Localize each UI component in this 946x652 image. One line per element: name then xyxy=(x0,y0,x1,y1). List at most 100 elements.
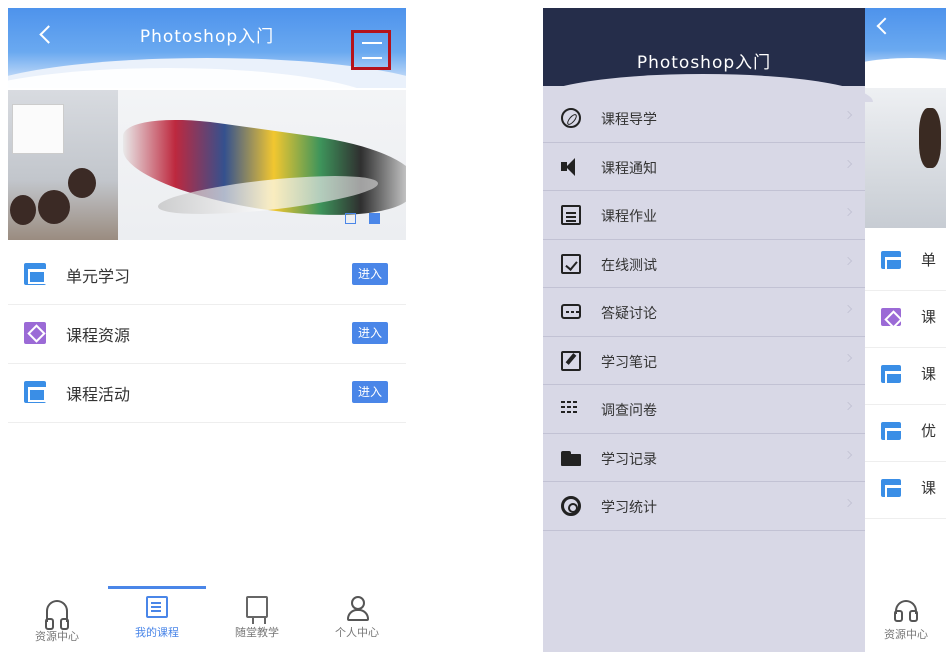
folder-icon xyxy=(561,448,581,468)
list-item[interactable]: 课 xyxy=(861,461,946,519)
chevron-right-icon xyxy=(843,207,853,217)
chevron-right-icon xyxy=(843,401,853,411)
list-item[interactable]: 课 xyxy=(861,290,946,348)
drawer-title: Photoshop入门 xyxy=(636,53,772,73)
list-item-label: 单元学习 xyxy=(66,267,131,286)
banner-dot-active[interactable] xyxy=(369,213,380,224)
left-screen: Photoshop入门 单元学习 进入 课程资源 进入 课程活动 进入 资源中心… xyxy=(8,8,406,652)
nav-classroom-teaching[interactable]: 随堂教学 xyxy=(208,596,306,640)
compass-icon xyxy=(561,108,581,128)
folder-icon xyxy=(881,251,903,272)
nav-label: 随堂教学 xyxy=(235,626,279,639)
enter-button[interactable]: 进入 xyxy=(352,322,388,344)
nav-resource-center[interactable]: 资源中心 xyxy=(8,596,106,644)
menu-item-study-stats[interactable]: 学习统计 xyxy=(543,482,865,531)
chevron-right-icon xyxy=(843,304,853,314)
chevron-right-icon xyxy=(843,353,853,362)
folder-icon xyxy=(881,365,903,386)
menu-item-course-notice[interactable]: 课程通知 xyxy=(543,143,865,191)
enter-button[interactable]: 进入 xyxy=(352,381,388,403)
resource-icon xyxy=(24,322,46,344)
nav-label: 我的课程 xyxy=(135,626,179,639)
folder-icon xyxy=(24,263,46,285)
menu-item-label: 学习记录 xyxy=(601,451,657,468)
underlying-page[interactable]: 单 课 课 优 课 资源中心 xyxy=(861,8,946,652)
hamburger-icon xyxy=(362,42,382,44)
chevron-right-icon xyxy=(843,110,853,120)
banner-projector-screen xyxy=(12,104,64,154)
book-icon xyxy=(146,596,168,618)
menu-button[interactable] xyxy=(351,30,391,70)
banner-ribbon-image xyxy=(123,109,406,231)
nav-resource-center[interactable]: 资源中心 xyxy=(871,596,941,642)
menu-item-course-guide[interactable]: 课程导学 xyxy=(543,94,865,143)
enter-button[interactable]: 进入 xyxy=(352,263,388,285)
menu-item-survey[interactable]: 调查问卷 xyxy=(543,385,865,434)
menu-item-label: 在线测试 xyxy=(601,257,657,274)
list-item-label: 课 xyxy=(921,479,937,497)
note-icon xyxy=(561,350,581,371)
menu-item-course-homework[interactable]: 课程作业 xyxy=(543,191,865,240)
menu-item-label: 课程作业 xyxy=(601,209,657,225)
drawer-menu: 课程导学 课程通知 课程作业 在线测试 答疑讨论 学习笔记 调查问卷 学习记录 … xyxy=(543,94,865,531)
folder-icon xyxy=(881,422,903,443)
bottom-nav: 资源中心 我的课程 随堂教学 个人中心 xyxy=(8,586,406,652)
banner-dot[interactable] xyxy=(345,213,356,224)
banner-audience xyxy=(38,190,70,224)
chat-icon xyxy=(561,304,581,319)
list-item[interactable]: 单元学习 进入 xyxy=(8,246,406,305)
chevron-right-icon xyxy=(843,256,853,265)
menu-item-label: 学习统计 xyxy=(601,500,657,516)
folder-icon xyxy=(24,381,46,403)
course-list: 单元学习 进入 课程资源 进入 课程活动 进入 xyxy=(8,246,406,423)
menu-item-online-test[interactable]: 在线测试 xyxy=(543,240,865,288)
chevron-right-icon xyxy=(843,498,853,508)
list-item-label: 优 xyxy=(921,422,937,440)
banner-audience xyxy=(10,195,36,225)
menu-item-label: 学习笔记 xyxy=(601,354,657,371)
survey-icon xyxy=(561,399,581,419)
nav-active-indicator xyxy=(108,586,206,589)
person-icon xyxy=(346,596,369,621)
headset-icon xyxy=(894,600,918,622)
chevron-right-icon xyxy=(843,450,853,459)
clipboard-icon xyxy=(561,205,581,225)
nav-personal-center[interactable]: 个人中心 xyxy=(308,596,406,640)
menu-item-study-record[interactable]: 学习记录 xyxy=(543,434,865,482)
menu-item-qa-discussion[interactable]: 答疑讨论 xyxy=(543,288,865,337)
list-item-label: 课程资源 xyxy=(66,326,131,345)
hamburger-icon xyxy=(362,57,382,59)
right-screen: 单 课 课 优 课 资源中心 Photoshop入门 课程导学 课程通知 课程作… xyxy=(543,8,946,652)
list-item-label: 单 xyxy=(921,251,937,269)
menu-item-label: 调查问卷 xyxy=(601,403,657,419)
list-item[interactable]: 课程活动 进入 xyxy=(8,364,406,423)
stats-icon xyxy=(561,496,581,516)
header-wave xyxy=(861,58,946,88)
banner-classroom-image xyxy=(8,90,118,240)
speaker-icon xyxy=(561,157,581,177)
resource-icon xyxy=(881,308,901,326)
side-drawer: Photoshop入门 课程导学 课程通知 课程作业 在线测试 答疑讨论 学习笔… xyxy=(543,8,873,652)
course-banner xyxy=(861,88,946,228)
course-header: Photoshop入门 xyxy=(8,8,406,88)
nav-label: 资源中心 xyxy=(35,630,79,643)
menu-item-label: 课程导学 xyxy=(601,112,657,128)
checklist-icon xyxy=(561,253,581,274)
list-item-label: 课 xyxy=(921,365,937,383)
folder-icon xyxy=(881,479,903,500)
nav-label: 资源中心 xyxy=(884,628,928,641)
list-item[interactable]: 优 xyxy=(861,404,946,462)
headset-icon xyxy=(45,600,69,630)
list-item-label: 课 xyxy=(921,308,937,326)
chevron-right-icon xyxy=(843,159,853,168)
banner-audience xyxy=(68,168,96,198)
menu-item-study-notes[interactable]: 学习笔记 xyxy=(543,337,865,385)
nav-label: 个人中心 xyxy=(335,626,379,639)
list-item[interactable]: 课 xyxy=(861,347,946,405)
menu-item-label: 课程通知 xyxy=(601,160,657,177)
page-title: Photoshop入门 xyxy=(139,27,275,47)
list-item[interactable]: 课程资源 进入 xyxy=(8,305,406,364)
banner-figure xyxy=(919,108,941,168)
list-item[interactable]: 单 xyxy=(861,233,946,291)
nav-my-courses[interactable]: 我的课程 xyxy=(108,596,206,640)
